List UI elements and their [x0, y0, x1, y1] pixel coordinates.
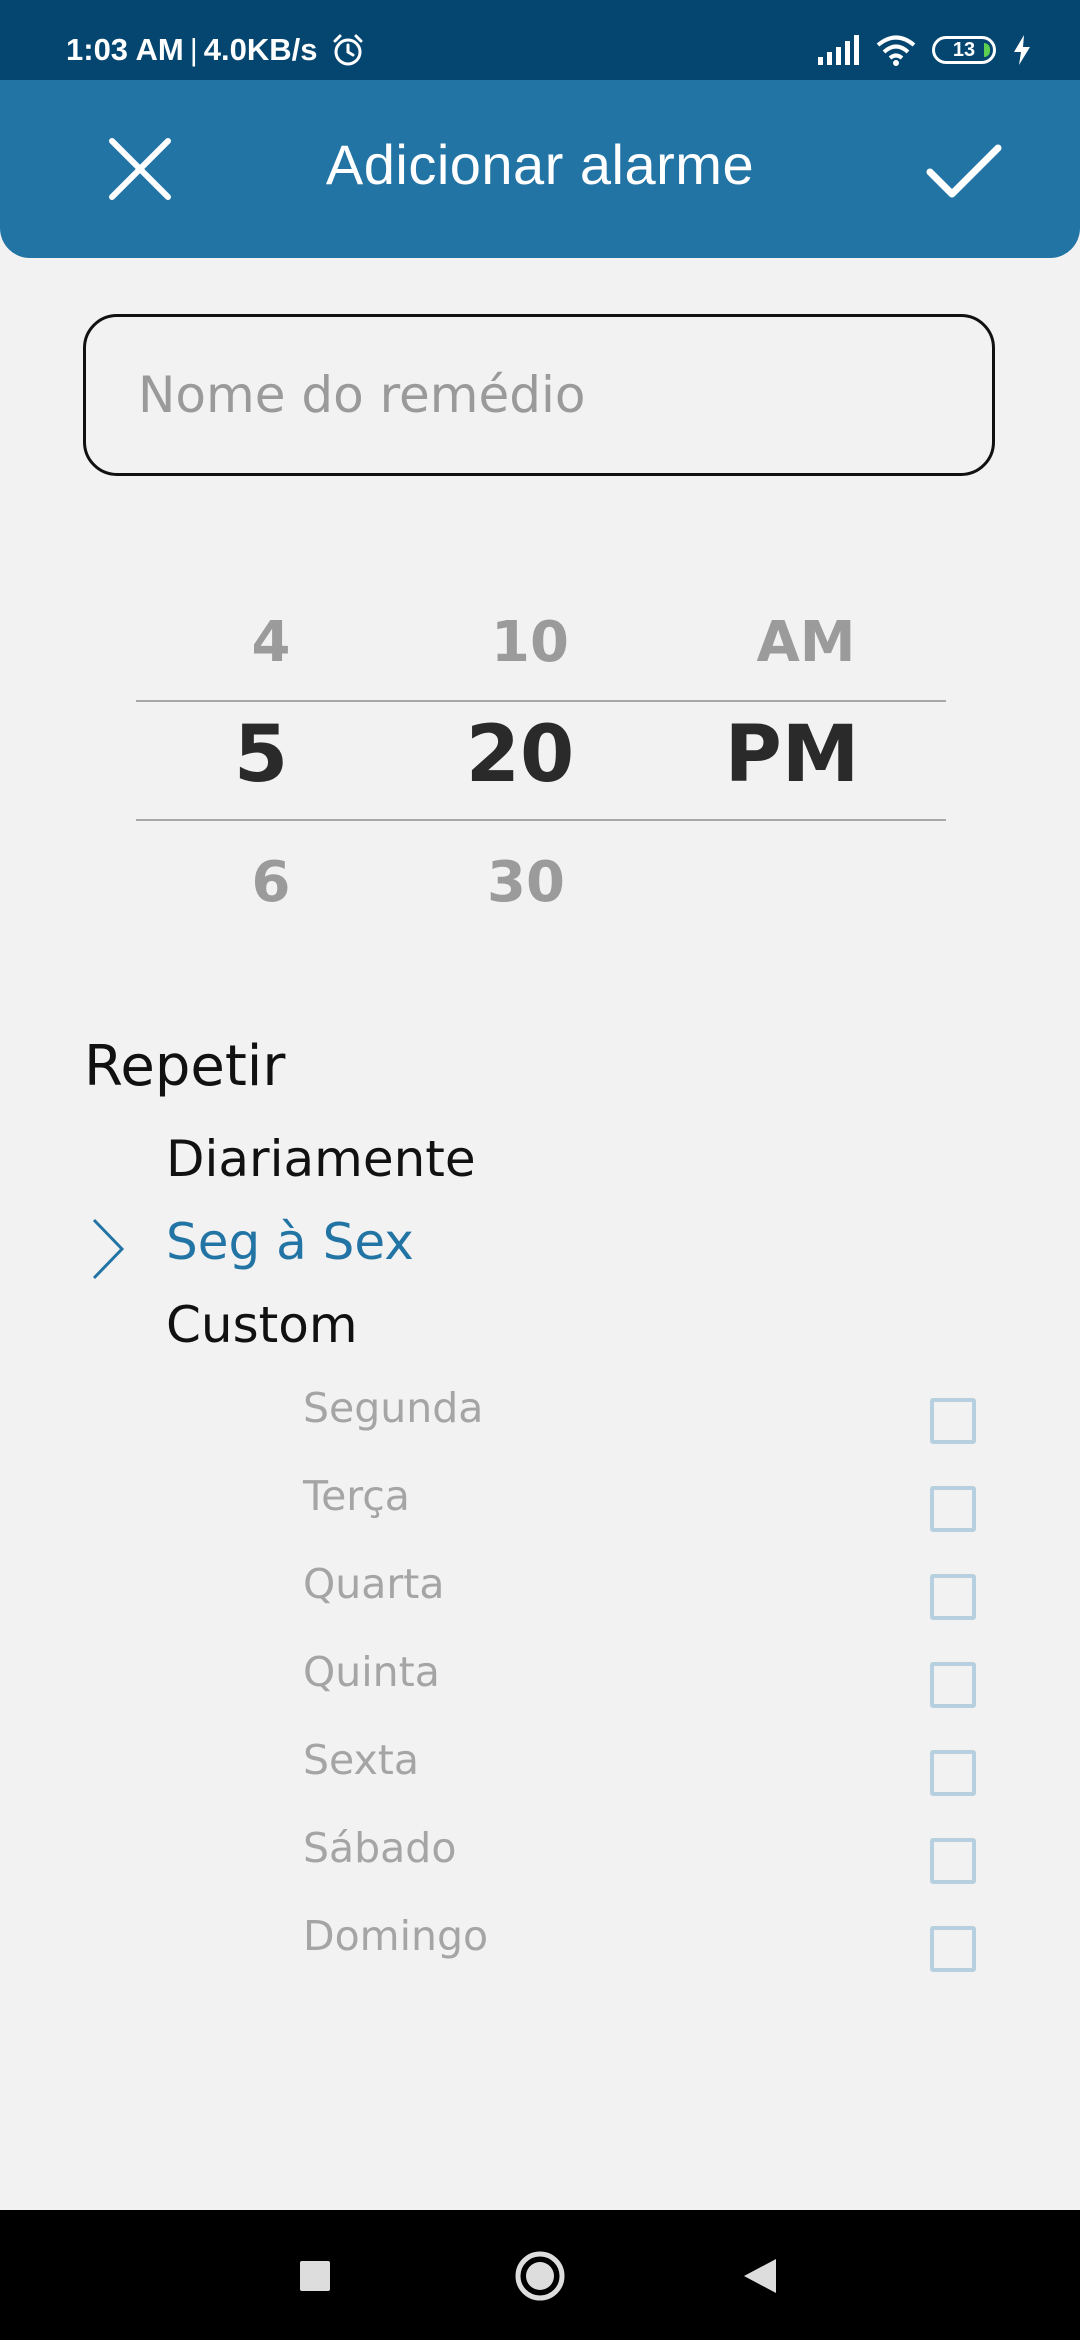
signal-icon: [818, 35, 859, 65]
alarm-icon: [333, 34, 363, 66]
period-prev[interactable]: AM: [716, 610, 896, 675]
period-selected[interactable]: PM: [702, 710, 882, 800]
home-circle-icon[interactable]: [513, 2249, 567, 2303]
back-triangle-icon[interactable]: [740, 2256, 780, 2296]
recents-square-icon[interactable]: [300, 2261, 330, 2291]
battery-icon: 13: [932, 36, 996, 64]
system-nav-bar: [0, 2210, 1080, 2340]
picker-bottom-divider: [136, 819, 946, 821]
minute-next[interactable]: 30: [446, 850, 606, 915]
day-label-monday: Segunda: [303, 1384, 484, 1432]
day-label-thursday: Quinta: [303, 1648, 440, 1696]
day-checkbox-wednesday[interactable]: [930, 1574, 976, 1620]
repeat-option-daily[interactable]: Diariamente: [166, 1130, 476, 1188]
day-label-sunday: Domingo: [303, 1912, 489, 1960]
medicine-name-input[interactable]: [86, 317, 992, 473]
day-checkbox-thursday[interactable]: [930, 1662, 976, 1708]
day-label-saturday: Sábado: [303, 1824, 457, 1872]
day-label-tuesday: Terça: [303, 1472, 410, 1520]
minute-selected[interactable]: 20: [440, 710, 600, 800]
day-checkbox-sunday[interactable]: [930, 1926, 976, 1972]
medicine-name-field[interactable]: [83, 314, 995, 476]
battery-level: 13: [952, 38, 976, 61]
day-label-wednesday: Quarta: [303, 1560, 445, 1608]
confirm-button[interactable]: [918, 124, 1008, 214]
charging-icon: [1014, 35, 1030, 65]
picker-top-divider: [136, 700, 946, 702]
hour-prev[interactable]: 4: [216, 610, 326, 675]
day-checkbox-monday[interactable]: [930, 1398, 976, 1444]
day-checkbox-saturday[interactable]: [930, 1838, 976, 1884]
check-icon: [926, 144, 1002, 198]
status-bar: 1:03 AM | 4.0KB/s 13: [0, 0, 1080, 80]
app-bar: Adicionar alarme: [0, 80, 1080, 258]
battery-fill-indicator: [984, 43, 990, 57]
minute-prev[interactable]: 10: [450, 610, 610, 675]
repeat-option-custom[interactable]: Custom: [166, 1296, 358, 1354]
status-right: 13: [818, 28, 1032, 72]
time-picker[interactable]: 4 5 6 10 20 30 AM PM: [136, 580, 946, 915]
day-checkbox-tuesday[interactable]: [930, 1486, 976, 1532]
day-checkbox-friday[interactable]: [930, 1750, 976, 1796]
wifi-icon: [876, 35, 916, 66]
chevron-right-icon: [92, 1218, 125, 1280]
hour-next[interactable]: 6: [216, 850, 326, 915]
hour-selected[interactable]: 5: [196, 710, 326, 800]
repeat-option-weekdays[interactable]: Seg à Sex: [166, 1213, 414, 1271]
repeat-title: Repetir: [84, 1034, 286, 1099]
day-label-friday: Sexta: [303, 1736, 419, 1784]
